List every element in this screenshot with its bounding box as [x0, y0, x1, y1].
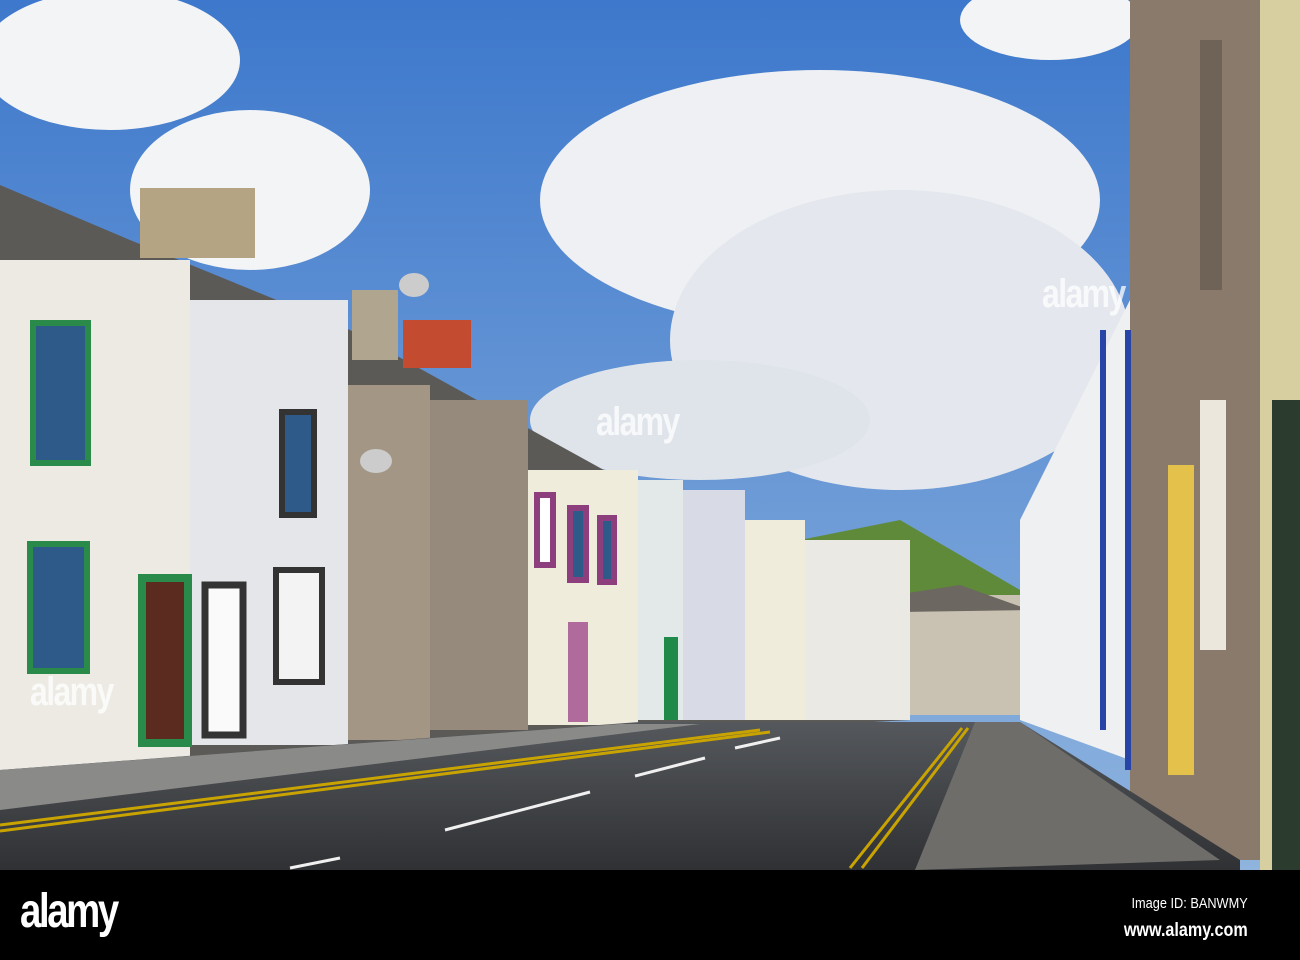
watermark: alamy [30, 670, 114, 714]
footer-bar: alamy Image ID: BANWMY www.alamy.com [0, 870, 1300, 960]
alamy-logo: alamy [20, 885, 119, 938]
watermark: alamy [596, 400, 680, 444]
satellite-dish [399, 273, 429, 297]
watermark: alamy [1042, 272, 1126, 316]
website-link: www.alamy.com [1124, 920, 1248, 941]
distant-houses [900, 595, 1030, 715]
satellite-dish [360, 449, 392, 473]
image-id: Image ID: BANWMY [1131, 895, 1248, 912]
stock-photo: alamy alamy alamy alamy Image ID: BANWMY… [0, 0, 1300, 960]
